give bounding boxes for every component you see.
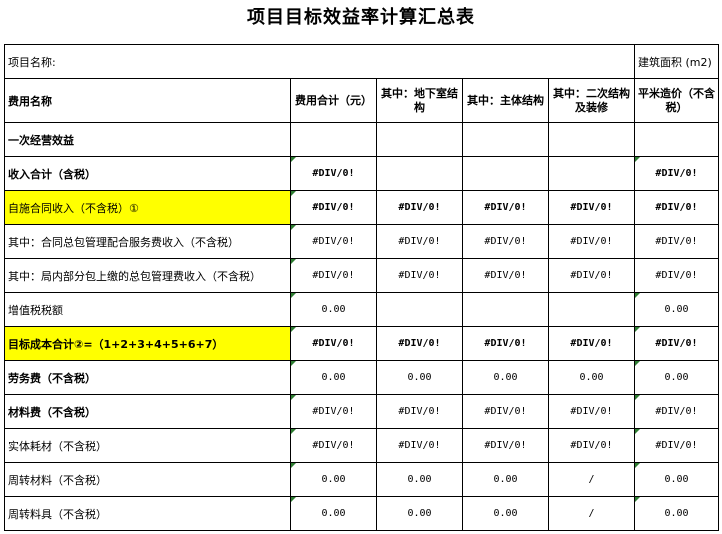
value-cell[interactable]: #DIV/0! [548, 394, 635, 429]
value-cell[interactable] [376, 292, 463, 327]
value-cell[interactable]: 0.00 [376, 360, 463, 395]
value-cell[interactable]: #DIV/0! [634, 156, 719, 191]
value-cell[interactable]: #DIV/0! [290, 224, 377, 259]
value-cell[interactable]: #DIV/0! [462, 394, 549, 429]
table-row: 周转料具（不含税） 0.00 0.00 0.00/0.00 [4, 496, 719, 531]
row-label[interactable]: 一次经营效益 [4, 122, 291, 157]
value-cell[interactable]: 0.00 [376, 496, 463, 531]
value-cell[interactable]: #DIV/0! [634, 258, 719, 293]
value-cell[interactable]: #DIV/0! [634, 190, 719, 225]
table-row: 收入合计（含税） #DIV/0! #DIV/0! [4, 156, 719, 191]
header-secondary[interactable]: 其中：二次结构及装修 [548, 78, 635, 123]
value-cell[interactable]: #DIV/0! [376, 190, 463, 225]
value-cell[interactable]: #DIV/0! [634, 224, 719, 259]
value-cell[interactable]: 0.00 [462, 360, 549, 395]
value-cell[interactable] [462, 122, 549, 157]
header-total[interactable]: 费用合计（元） [290, 78, 377, 123]
summary-table: 项目名称: 建筑面积 (m2) 费用名称 费用合计（元） 其中：地下室结构 其中… [4, 44, 719, 531]
value-cell[interactable]: 0.00 [290, 360, 377, 395]
value-cell[interactable]: #DIV/0! [462, 224, 549, 259]
header-per-sqm[interactable]: 平米造价（不含税） [634, 78, 719, 123]
value-cell[interactable] [462, 292, 549, 327]
value-cell[interactable] [548, 122, 635, 157]
value-cell[interactable]: #DIV/0! [376, 326, 463, 361]
value-cell[interactable] [548, 156, 635, 191]
value-cell[interactable]: 0.00 [462, 462, 549, 497]
row-label[interactable]: 其中：局内部分包上缴的总包管理费收入（不含税） [4, 258, 291, 293]
value-cell[interactable]: #DIV/0! [462, 258, 549, 293]
value-cell[interactable]: #DIV/0! [462, 190, 549, 225]
value-cell[interactable]: #DIV/0! [548, 428, 635, 463]
value-cell[interactable]: #DIV/0! [462, 428, 549, 463]
value-cell[interactable]: #DIV/0! [290, 326, 377, 361]
row-label[interactable]: 增值税税额 [4, 292, 291, 327]
value-cell[interactable]: 0.00 [290, 292, 377, 327]
value-cell[interactable]: 0.00 [290, 496, 377, 531]
value-cell[interactable]: 0.00 [548, 360, 635, 395]
row-label[interactable]: 目标成本合计②=（1+2+3+4+5+6+7） [4, 326, 291, 361]
value-cell[interactable]: #DIV/0! [548, 190, 635, 225]
row-label[interactable]: 实体耗材（不含税） [4, 428, 291, 463]
table-row: 一次经营效益 [4, 122, 719, 157]
value-cell[interactable]: 0.00 [462, 496, 549, 531]
value-cell[interactable]: #DIV/0! [548, 258, 635, 293]
value-cell[interactable]: / [548, 462, 635, 497]
row-label[interactable]: 材料费（不含税） [4, 394, 291, 429]
row-label[interactable]: 周转料具（不含税） [4, 496, 291, 531]
table-row: 增值税税额 0.00 0.00 [4, 292, 719, 327]
table-row: 实体耗材（不含税） #DIV/0! #DIV/0! #DIV/0! #DIV/0! #DI… [4, 428, 719, 463]
value-cell[interactable]: #DIV/0! [290, 258, 377, 293]
table-row: 其中：局内部分包上缴的总包管理费收入（不含税） #DIV/0! #DIV/0! #DI… [4, 258, 719, 293]
value-cell[interactable] [290, 122, 377, 157]
row-label[interactable]: 周转材料（不含税） [4, 462, 291, 497]
value-cell[interactable]: #DIV/0! [290, 428, 377, 463]
header-name[interactable]: 费用名称 [4, 78, 291, 123]
value-cell[interactable]: #DIV/0! [290, 190, 377, 225]
header-main[interactable]: 其中：主体结构 [462, 78, 549, 123]
header-basement[interactable]: 其中：地下室结构 [376, 78, 463, 123]
value-cell[interactable]: #DIV/0! [376, 394, 463, 429]
value-cell[interactable] [376, 122, 463, 157]
table-row: 劳务费（不含税） 0.00 0.00 0.00 0.00 0.00 [4, 360, 719, 395]
value-cell[interactable]: / [548, 496, 635, 531]
value-cell[interactable] [462, 156, 549, 191]
table-row: 自施合同收入（不含税）① #DIV/0! #DIV/0! #DIV/0! #DIV/0!… [4, 190, 719, 225]
value-cell[interactable]: #DIV/0! [548, 224, 635, 259]
value-cell[interactable] [376, 156, 463, 191]
row-label[interactable]: 劳务费（不含税） [4, 360, 291, 395]
value-cell[interactable]: 0.00 [634, 462, 719, 497]
area-cell[interactable]: 建筑面积 (m2) [634, 44, 719, 79]
sheet-title: 项目目标效益率计算汇总表 [247, 7, 475, 28]
value-cell[interactable]: #DIV/0! [376, 428, 463, 463]
row-label[interactable]: 自施合同收入（不含税）① [4, 190, 291, 225]
value-cell[interactable]: #DIV/0! [548, 326, 635, 361]
value-cell[interactable]: 0.00 [376, 462, 463, 497]
project-name-cell[interactable]: 项目名称: [4, 44, 635, 79]
row-label[interactable]: 其中：合同总包管理配合服务费收入（不含税） [4, 224, 291, 259]
table-row: 目标成本合计②=（1+2+3+4+5+6+7） #DIV/0! #DIV/0! #DI… [4, 326, 719, 361]
value-cell[interactable]: #DIV/0! [376, 258, 463, 293]
row-label[interactable]: 收入合计（含税） [4, 156, 291, 191]
value-cell[interactable]: 0.00 [634, 496, 719, 531]
value-cell[interactable]: #DIV/0! [634, 428, 719, 463]
value-cell[interactable]: #DIV/0! [634, 326, 719, 361]
value-cell[interactable] [634, 122, 719, 157]
value-cell[interactable]: #DIV/0! [290, 394, 377, 429]
table-row: 材料费（不含税） #DIV/0! #DIV/0! #DIV/0! #DIV/0! #DIV… [4, 394, 719, 429]
value-cell[interactable]: #DIV/0! [634, 394, 719, 429]
value-cell[interactable]: #DIV/0! [376, 224, 463, 259]
value-cell[interactable]: 0.00 [634, 360, 719, 395]
value-cell[interactable]: 0.00 [634, 292, 719, 327]
value-cell[interactable]: 0.00 [290, 462, 377, 497]
value-cell[interactable]: #DIV/0! [290, 156, 377, 191]
value-cell[interactable]: #DIV/0! [462, 326, 549, 361]
table-row: 其中：合同总包管理配合服务费收入（不含税） #DIV/0! #DIV/0! #DIV/… [4, 224, 719, 259]
value-cell[interactable] [548, 292, 635, 327]
table-row: 周转材料（不含税） 0.00 0.00 0.00/0.00 [4, 462, 719, 497]
